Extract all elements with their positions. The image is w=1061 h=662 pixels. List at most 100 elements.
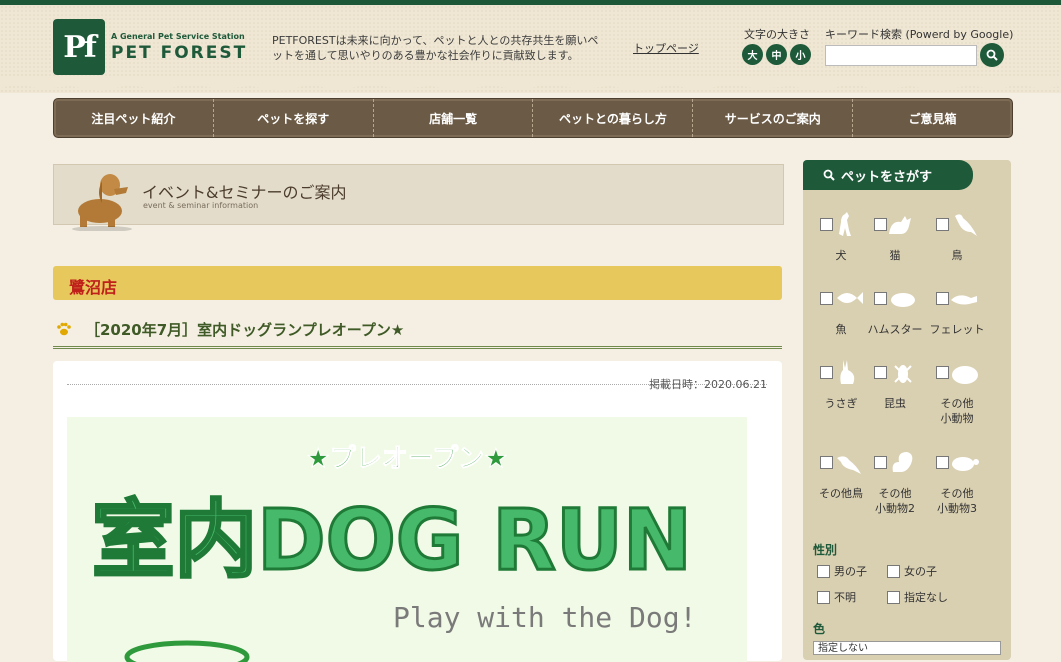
pet-filter-checkbox[interactable]	[874, 292, 887, 305]
gender-female-label: 女の子	[904, 565, 937, 578]
pet-filter-fish[interactable]: 魚	[811, 292, 871, 352]
gender-any-label: 指定なし	[904, 591, 948, 604]
pet-filter-label: その他 小動物	[940, 397, 974, 425]
gender-unknown-label: 不明	[834, 591, 856, 604]
store-header: 鷺沼店	[53, 266, 782, 300]
font-size-large-button[interactable]: 大	[742, 44, 763, 65]
publish-date: 掲載日時：2020.06.21	[649, 378, 767, 391]
pet-filter-turtle[interactable]: その他 小動物3	[927, 456, 987, 516]
nav-feedback[interactable]: ご意見箱	[852, 99, 1012, 137]
fish-icon	[837, 292, 863, 304]
pet-filter-checkbox[interactable]	[820, 218, 833, 231]
pet-filter-checkbox[interactable]	[874, 366, 887, 379]
nav-services[interactable]: サービスのご案内	[692, 99, 852, 137]
poster-headline: ★プレオープン★	[306, 444, 507, 474]
logo-mark: Pf	[53, 19, 105, 75]
pet-filter-label: ハムスター	[867, 323, 923, 336]
pet-filter-checkbox[interactable]	[820, 456, 833, 469]
event-image: ★プレオープン★ 室内DOG RUN Play with the Dog!	[67, 417, 747, 662]
main-nav: 注目ペット紹介 ペットを探す 店舗一覧 ペットとの暮らし方 サービスのご案内 ご…	[53, 98, 1013, 138]
pet-search-label: ペットをさがす	[841, 169, 933, 185]
search-label: キーワード検索 (Powerd by Google)	[825, 28, 1014, 41]
turtle-icon	[952, 457, 979, 471]
pet-filter-checkbox[interactable]	[874, 456, 887, 469]
pet-filter-checkbox[interactable]	[820, 292, 833, 305]
pet-filter-checkbox[interactable]	[936, 292, 949, 305]
gender-unknown[interactable]: 不明	[817, 589, 856, 605]
pet-filter-label: うさぎ	[824, 397, 858, 410]
pet-filter-dog[interactable]: 犬	[811, 212, 871, 278]
store-name: 鷺沼店	[69, 278, 118, 297]
gender-any-checkbox[interactable]	[887, 590, 900, 604]
search-icon	[986, 49, 998, 61]
gender-any[interactable]: 指定なし	[887, 589, 948, 605]
pet-search-tab: ペットをさがす	[803, 160, 973, 190]
pet-filter-checkbox[interactable]	[820, 366, 833, 379]
gender-female-checkbox[interactable]	[887, 564, 900, 578]
pet-filter-checkbox[interactable]	[936, 366, 949, 379]
top-page-link[interactable]: トップページ	[633, 40, 699, 56]
pet-filter-squirrel[interactable]: その他 小動物2	[865, 452, 925, 516]
pet-filter-cat[interactable]: 猫	[865, 216, 925, 278]
pet-filter-label: 昆虫	[884, 397, 906, 410]
logo-title: PET FOREST	[111, 42, 248, 63]
font-size-medium-button[interactable]: 中	[766, 44, 787, 65]
font-size-buttons: 大 中 小	[742, 44, 811, 65]
pet-filter-label: その他鳥	[819, 487, 863, 500]
pet-filter-hamster[interactable]: ハムスター	[865, 292, 925, 352]
page-title: イベント&セミナーのご案内	[142, 183, 347, 202]
article-card: 掲載日時：2020.06.21 ★プレオープン★ 室内DOG RUN Play …	[53, 361, 782, 662]
cat-icon	[889, 216, 911, 234]
other-bird-icon	[837, 456, 861, 474]
tagline: PETFORESTは未来に向かって、ペットと人との共存共生を願いペットを通して思…	[272, 34, 599, 62]
pet-filter-other-bird[interactable]: その他鳥	[811, 456, 871, 516]
pet-filter-checkbox[interactable]	[874, 218, 887, 231]
pet-filter-ferret[interactable]: フェレット	[927, 292, 987, 352]
color-label: 色	[813, 622, 826, 636]
logo-subtitle: A General Pet Service Station	[111, 31, 245, 41]
event-poster: ★プレオープン★ 室内DOG RUN Play with the Dog!	[91, 444, 696, 662]
hamster-icon	[891, 293, 915, 307]
gender-female[interactable]: 女の子	[887, 563, 937, 579]
gender-label: 性別	[813, 543, 838, 557]
pet-filter-label: 犬	[835, 249, 847, 262]
gender-male-checkbox[interactable]	[817, 564, 830, 578]
paw-icon	[57, 322, 71, 336]
pet-filter-label: その他 小動物2	[875, 487, 915, 515]
pet-filter-insect[interactable]: 昆虫	[865, 365, 925, 426]
poster-subtitle: Play with the Dog!	[393, 601, 696, 634]
nav-find-pets[interactable]: ペットを探す	[212, 99, 373, 137]
pet-filter-checkbox[interactable]	[936, 218, 949, 231]
gender-unknown-checkbox[interactable]	[817, 590, 830, 604]
pet-filter-small-animal[interactable]: その他 小動物	[927, 366, 987, 426]
dog-illustration	[72, 174, 132, 231]
article-title: ［2020年7月］室内ドッグランプレオープン★	[85, 321, 405, 339]
color-select[interactable]: 指定しない	[813, 641, 1001, 655]
insect-icon	[894, 365, 912, 383]
small-animal-icon	[952, 366, 978, 384]
logo[interactable]: Pf A General Pet Service Station PET FOR…	[53, 19, 247, 75]
pet-filter-label: 鳥	[951, 249, 963, 262]
nav-living-with-pets[interactable]: ペットとの暮らし方	[532, 99, 692, 137]
search-input[interactable]	[825, 45, 977, 66]
pet-filter-bird[interactable]: 鳥	[927, 214, 987, 278]
pet-filter-checkbox[interactable]	[936, 456, 949, 469]
poster-main-title: 室内DOG RUN	[92, 491, 692, 589]
page-banner: イベント&セミナーのご案内 event & seminar informatio…	[53, 164, 784, 231]
font-size-small-button[interactable]: 小	[790, 44, 811, 65]
pet-filter-label: その他 小動物3	[937, 487, 977, 515]
bird-icon	[955, 214, 977, 236]
nav-featured-pets[interactable]: 注目ペット紹介	[54, 99, 213, 137]
gender-male[interactable]: 男の子	[817, 563, 867, 579]
sidebar: ペットをさがす 犬猫鳥魚ハムスター フェレット うさぎ 昆虫 その他 小動物 その他鳥 その…	[803, 160, 1011, 660]
search-icon	[823, 169, 835, 181]
search-button[interactable]	[980, 43, 1004, 67]
nav-stores[interactable]: 店舗一覧	[372, 99, 533, 137]
pet-filter-label: フェレット	[929, 323, 985, 336]
pet-filter-rabbit[interactable]: うさぎ	[811, 360, 871, 426]
font-size-label: 文字の大きさ	[744, 28, 810, 41]
article-title-bar: ［2020年7月］室内ドッグランプレオープン★	[53, 316, 782, 349]
torn-paper-edge	[0, 78, 1061, 91]
squirrel-icon	[892, 452, 913, 472]
page-subtitle: event & seminar information	[143, 201, 259, 210]
